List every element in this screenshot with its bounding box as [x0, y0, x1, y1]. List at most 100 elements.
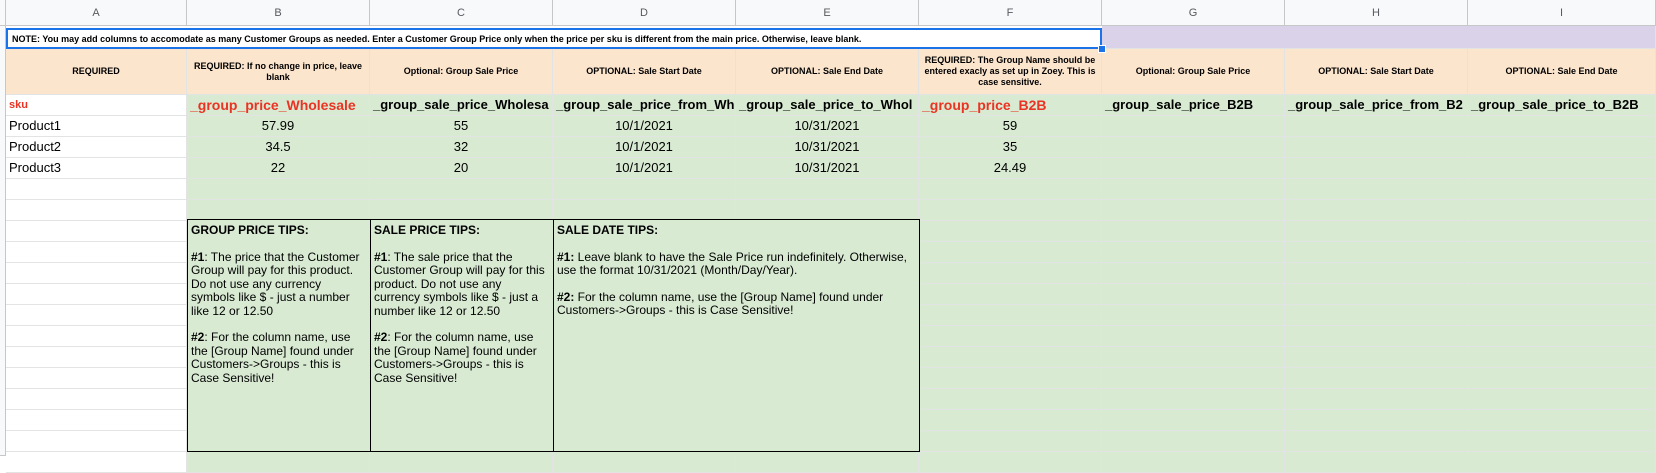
empty-cell[interactable]	[1102, 347, 1285, 368]
empty-cell[interactable]	[1102, 158, 1285, 179]
header-desc-c[interactable]: Optional: Group Sale Price	[370, 49, 553, 95]
sale-price-tips-box[interactable]: SALE PRICE TIPS: #1: The sale price that…	[370, 219, 554, 452]
empty-cell[interactable]	[187, 200, 370, 221]
empty-cell[interactable]	[1285, 284, 1468, 305]
empty-cell[interactable]	[1468, 410, 1656, 431]
empty-cell[interactable]	[1102, 116, 1285, 137]
header-desc-h[interactable]: OPTIONAL: Sale Start Date	[1285, 49, 1468, 95]
empty-cell[interactable]	[1102, 263, 1285, 284]
empty-cell[interactable]	[1468, 347, 1656, 368]
empty-cell[interactable]	[1102, 137, 1285, 158]
empty-cell[interactable]	[919, 200, 1102, 221]
empty-cell[interactable]	[6, 263, 187, 284]
empty-cell[interactable]	[6, 305, 187, 326]
selection-fill-handle[interactable]	[1098, 45, 1106, 53]
sale-price-cell[interactable]: 55	[370, 116, 553, 137]
field-name-sale-from-wholesale[interactable]: _group_sale_price_from_Wh	[553, 95, 736, 116]
column-header-g[interactable]: G	[1102, 0, 1285, 26]
empty-cell[interactable]	[1102, 410, 1285, 431]
b2b-price-cell[interactable]: 24.49	[919, 158, 1102, 179]
sale-from-cell[interactable]: 10/1/2021	[553, 116, 736, 137]
empty-cell[interactable]	[1468, 116, 1656, 137]
empty-cell[interactable]	[1468, 200, 1656, 221]
empty-cell[interactable]	[6, 221, 187, 242]
empty-cell[interactable]	[919, 347, 1102, 368]
empty-cell[interactable]	[1102, 200, 1285, 221]
header-desc-b[interactable]: REQUIRED: If no change in price, leave b…	[187, 49, 370, 95]
empty-cell[interactable]	[919, 452, 1102, 473]
field-name-sale-to-wholesale[interactable]: _group_sale_price_to_Whol	[736, 95, 919, 116]
sale-from-cell[interactable]: 10/1/2021	[553, 158, 736, 179]
empty-cell[interactable]	[919, 410, 1102, 431]
empty-cell[interactable]	[919, 389, 1102, 410]
column-header-a[interactable]: A	[6, 0, 187, 26]
empty-cell[interactable]	[6, 368, 187, 389]
empty-cell[interactable]	[6, 431, 187, 452]
empty-cell[interactable]	[1468, 284, 1656, 305]
b2b-price-cell[interactable]: 59	[919, 116, 1102, 137]
empty-cell[interactable]	[919, 326, 1102, 347]
field-name-sku[interactable]: sku	[6, 95, 187, 116]
field-name-group-price-b2b[interactable]: _group_price_B2B	[919, 95, 1102, 116]
sale-price-cell[interactable]: 20	[370, 158, 553, 179]
empty-cell[interactable]	[1285, 326, 1468, 347]
empty-cell[interactable]	[1285, 347, 1468, 368]
empty-cell[interactable]	[1285, 410, 1468, 431]
empty-cell[interactable]	[1102, 431, 1285, 452]
empty-cell[interactable]	[919, 242, 1102, 263]
empty-cell[interactable]	[187, 179, 370, 200]
field-name-group-price-wholesale[interactable]: _group_price_Wholesale	[187, 95, 370, 116]
empty-cell[interactable]	[6, 242, 187, 263]
b2b-price-cell[interactable]: 35	[919, 137, 1102, 158]
empty-cell[interactable]	[919, 284, 1102, 305]
empty-cell[interactable]	[370, 200, 553, 221]
empty-cell[interactable]	[1102, 305, 1285, 326]
empty-cell[interactable]	[1468, 242, 1656, 263]
empty-cell[interactable]	[1285, 116, 1468, 137]
empty-cell[interactable]	[736, 452, 919, 473]
empty-cell[interactable]	[6, 179, 187, 200]
column-header-h[interactable]: H	[1285, 0, 1468, 26]
empty-cell[interactable]	[6, 452, 187, 473]
empty-cell[interactable]	[1285, 158, 1468, 179]
field-name-sale-to-b2b[interactable]: _group_sale_price_to_B2B	[1468, 95, 1656, 116]
field-name-group-sale-price-b2b[interactable]: _group_sale_price_B2B	[1102, 95, 1285, 116]
field-name-group-sale-price-wholesale[interactable]: _group_sale_price_Wholesa	[370, 95, 553, 116]
sale-to-cell[interactable]: 10/31/2021	[736, 137, 919, 158]
field-name-sale-from-b2b[interactable]: _group_sale_price_from_B2	[1285, 95, 1468, 116]
empty-cell[interactable]	[1102, 221, 1285, 242]
empty-cell[interactable]	[1285, 305, 1468, 326]
empty-cell[interactable]	[1285, 431, 1468, 452]
note-cell[interactable]: NOTE: You may add columns to accomodate …	[6, 28, 1102, 49]
empty-cell[interactable]	[1468, 368, 1656, 389]
empty-cell[interactable]	[1468, 305, 1656, 326]
empty-cell[interactable]	[919, 368, 1102, 389]
header-desc-d[interactable]: OPTIONAL: Sale Start Date	[553, 49, 736, 95]
sale-price-cell[interactable]: 32	[370, 137, 553, 158]
group-price-cell[interactable]: 34.5	[187, 137, 370, 158]
empty-cell[interactable]	[553, 452, 736, 473]
empty-cell[interactable]	[6, 389, 187, 410]
empty-cell[interactable]	[1285, 221, 1468, 242]
empty-cell[interactable]	[6, 284, 187, 305]
empty-cell[interactable]	[187, 452, 370, 473]
sku-cell[interactable]: Product3	[6, 158, 187, 179]
group-price-cell[interactable]: 57.99	[187, 116, 370, 137]
empty-cell[interactable]	[1468, 263, 1656, 284]
empty-cell[interactable]	[1468, 137, 1656, 158]
empty-cell[interactable]	[6, 410, 187, 431]
empty-cell[interactable]	[1285, 179, 1468, 200]
column-header-e[interactable]: E	[736, 0, 919, 26]
empty-cell[interactable]	[919, 431, 1102, 452]
empty-cell[interactable]	[1468, 452, 1656, 473]
empty-cell[interactable]	[736, 179, 919, 200]
empty-cell[interactable]	[1468, 221, 1656, 242]
empty-cell[interactable]	[370, 452, 553, 473]
column-header-f[interactable]: F	[919, 0, 1102, 26]
empty-cell[interactable]	[1285, 242, 1468, 263]
empty-cell[interactable]	[1102, 242, 1285, 263]
empty-cell[interactable]	[1468, 326, 1656, 347]
header-desc-e[interactable]: OPTIONAL: Sale End Date	[736, 49, 919, 95]
row-header-gutter[interactable]	[0, 26, 6, 456]
empty-cell[interactable]	[1468, 389, 1656, 410]
